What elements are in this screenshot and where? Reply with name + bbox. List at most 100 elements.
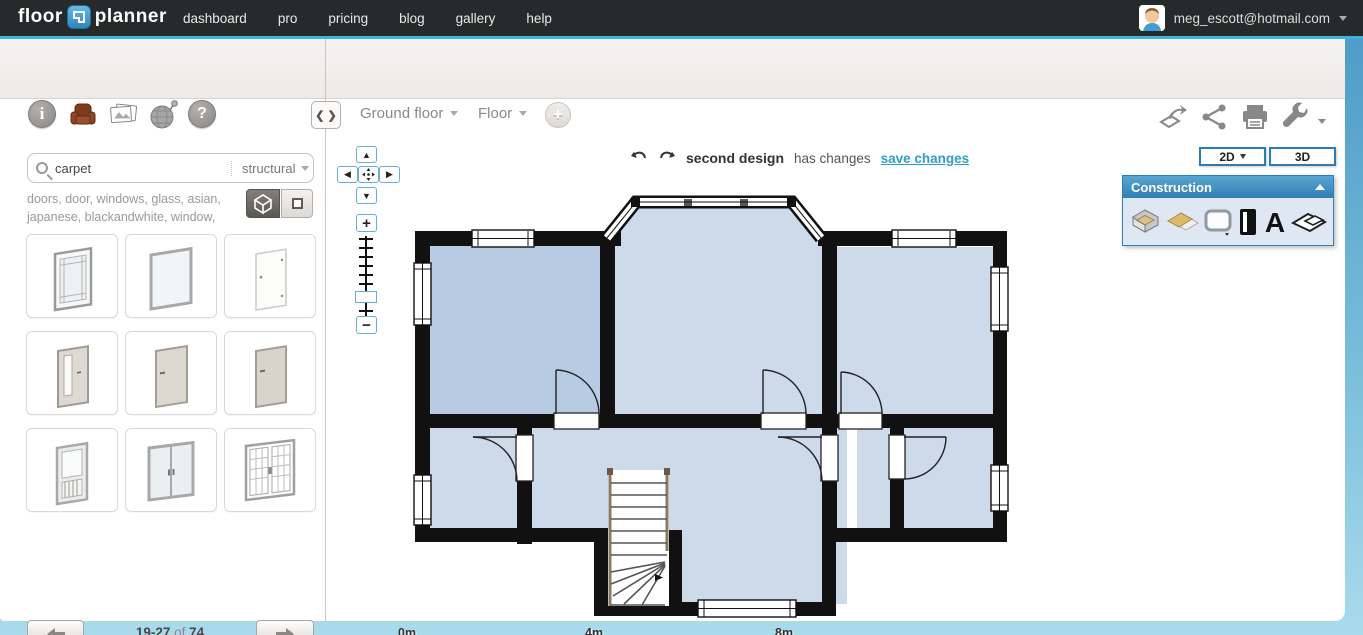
design-status: second design has changes save changes — [630, 150, 969, 166]
toolbar-strip — [0, 39, 1345, 99]
globe-pin-icon[interactable] — [148, 100, 178, 130]
construction-header[interactable]: Construction — [1123, 176, 1333, 198]
photos-icon[interactable] — [108, 100, 138, 130]
nav-item-gallery[interactable]: gallery — [456, 11, 496, 26]
floor-selector-caret-icon — [450, 111, 458, 116]
floor-selector[interactable]: Ground floor — [360, 105, 458, 122]
search-input[interactable] — [55, 161, 231, 176]
pan-up-button[interactable]: ▲ — [356, 146, 377, 163]
wrench-icon[interactable] — [1280, 102, 1310, 132]
pagination-range: 19-27 — [136, 625, 171, 635]
save-changes-link[interactable]: save changes — [881, 151, 970, 166]
search-tags[interactable]: doors, door, windows, glass, asian, japa… — [27, 190, 243, 226]
thumbnail-beige-door-2[interactable] — [224, 331, 316, 415]
construction-panel: Construction A — [1122, 175, 1334, 246]
sidebar-collapse-button[interactable]: ❮❯ — [311, 101, 341, 129]
thumbnail-glass-grid-door[interactable] — [26, 234, 118, 318]
view-3d-button[interactable]: 3D — [1269, 147, 1336, 166]
pagination-of: of — [174, 625, 185, 635]
prev-page-button[interactable] — [27, 620, 84, 635]
pan-left-button[interactable]: ◀ — [337, 166, 358, 183]
nav-item-blog[interactable]: blog — [399, 11, 425, 26]
nav-menu: dashboard pro pricing blog gallery help — [183, 0, 552, 36]
search-icon — [36, 162, 48, 174]
thumbnail-half-glass-railing-door[interactable] — [26, 428, 118, 512]
floor-plan-canvas[interactable] — [402, 171, 1017, 621]
floor-label-value: Floor — [478, 105, 512, 122]
zoom-slider-handle[interactable] — [355, 291, 377, 303]
nav-item-dashboard[interactable]: dashboard — [183, 11, 247, 26]
pagination-status: 19-27 of 74 — [95, 625, 245, 635]
scale-label-0: 0m — [398, 626, 416, 635]
design-status-text: has changes — [794, 151, 871, 166]
logo-text-right: planner — [95, 6, 167, 28]
print-icon[interactable] — [1240, 102, 1270, 132]
thumbnail-french-double-door[interactable] — [224, 428, 316, 512]
share-icon[interactable] — [1200, 102, 1230, 132]
furniture-icon[interactable] — [68, 100, 98, 130]
category-dropdown[interactable]: structural — [231, 161, 309, 176]
floor-label-dropdown[interactable]: Floor — [478, 105, 527, 122]
info-icon[interactable]: i — [28, 100, 58, 130]
add-floor-button[interactable]: + — [545, 102, 571, 128]
prev-arrow-icon — [46, 628, 66, 635]
pan-right-button[interactable]: ▶ — [379, 166, 400, 183]
next-page-button[interactable] — [256, 620, 314, 635]
construction-tools: A — [1123, 198, 1333, 245]
view-2d-label: 2D — [1219, 150, 1234, 164]
left-arrow-icon: ◀ — [344, 169, 351, 180]
zoom-in-button[interactable]: + — [356, 214, 377, 232]
door-tool-icon[interactable] — [1237, 207, 1259, 237]
design-name: second design — [686, 150, 784, 166]
category-value: structural — [242, 161, 295, 176]
collapse-panel-icon[interactable] — [1315, 184, 1325, 190]
surface-tool-icon[interactable] — [1291, 207, 1327, 237]
view-3d-toggle[interactable] — [246, 189, 280, 218]
pagination-total: 74 — [189, 625, 204, 635]
thumbnail-beige-door[interactable] — [125, 331, 217, 415]
scale-label-8: 8m — [775, 626, 793, 635]
nav-item-pricing[interactable]: pricing — [328, 11, 368, 26]
search-box: structural — [27, 153, 314, 183]
user-menu[interactable]: meg_escott@hotmail.com — [1139, 0, 1347, 36]
floor-selector-value: Ground floor — [360, 105, 443, 122]
thumbnail-glass-panel[interactable] — [125, 234, 217, 318]
export-icon[interactable] — [1158, 102, 1188, 132]
results-grid — [26, 234, 316, 512]
room-tool-icon[interactable] — [1129, 207, 1163, 237]
user-email: meg_escott@hotmail.com — [1174, 11, 1330, 26]
thumbnail-slit-glass-door[interactable] — [26, 331, 118, 415]
nav-item-help[interactable]: help — [526, 11, 552, 26]
user-caret-icon — [1339, 16, 1347, 21]
user-avatar — [1139, 5, 1165, 31]
floorplanner-logo-icon — [67, 5, 91, 29]
view-2d-button[interactable]: 2D — [1199, 147, 1266, 166]
svg-text:A: A — [1265, 207, 1285, 237]
app-window: i ? ❮❯ structural — [0, 39, 1345, 621]
thumbnail-white-door[interactable] — [224, 234, 316, 318]
cube-3d-icon — [252, 192, 274, 216]
pan-down-button[interactable]: ▼ — [356, 187, 377, 204]
nav-item-pro[interactable]: pro — [278, 11, 298, 26]
down-arrow-icon: ▼ — [362, 191, 371, 201]
floor-label-caret-icon — [519, 111, 527, 116]
view-2d-toggle[interactable] — [281, 189, 313, 218]
thumbnail-double-glass-door[interactable] — [125, 428, 217, 512]
redo-icon[interactable] — [658, 150, 676, 166]
move-icon — [362, 168, 375, 181]
up-arrow-icon: ▲ — [362, 150, 371, 160]
square-2d-icon — [292, 198, 303, 209]
undo-icon[interactable] — [630, 150, 648, 166]
app-logo[interactable]: floor planner — [18, 5, 167, 29]
zoom-out-button[interactable]: − — [356, 316, 377, 334]
help-icon[interactable]: ? — [188, 100, 218, 130]
logo-text-left: floor — [18, 6, 63, 28]
toolbar-caret-icon[interactable] — [1318, 111, 1348, 141]
floor-tool-icon[interactable] — [1166, 207, 1200, 237]
window-tool-icon[interactable] — [1203, 206, 1235, 238]
pan-center-button[interactable] — [358, 166, 379, 183]
right-arrow-icon: ▶ — [386, 169, 393, 180]
text-tool-icon[interactable]: A — [1262, 207, 1288, 237]
scale-label-4: 4m — [585, 626, 603, 635]
next-arrow-icon — [275, 628, 295, 635]
